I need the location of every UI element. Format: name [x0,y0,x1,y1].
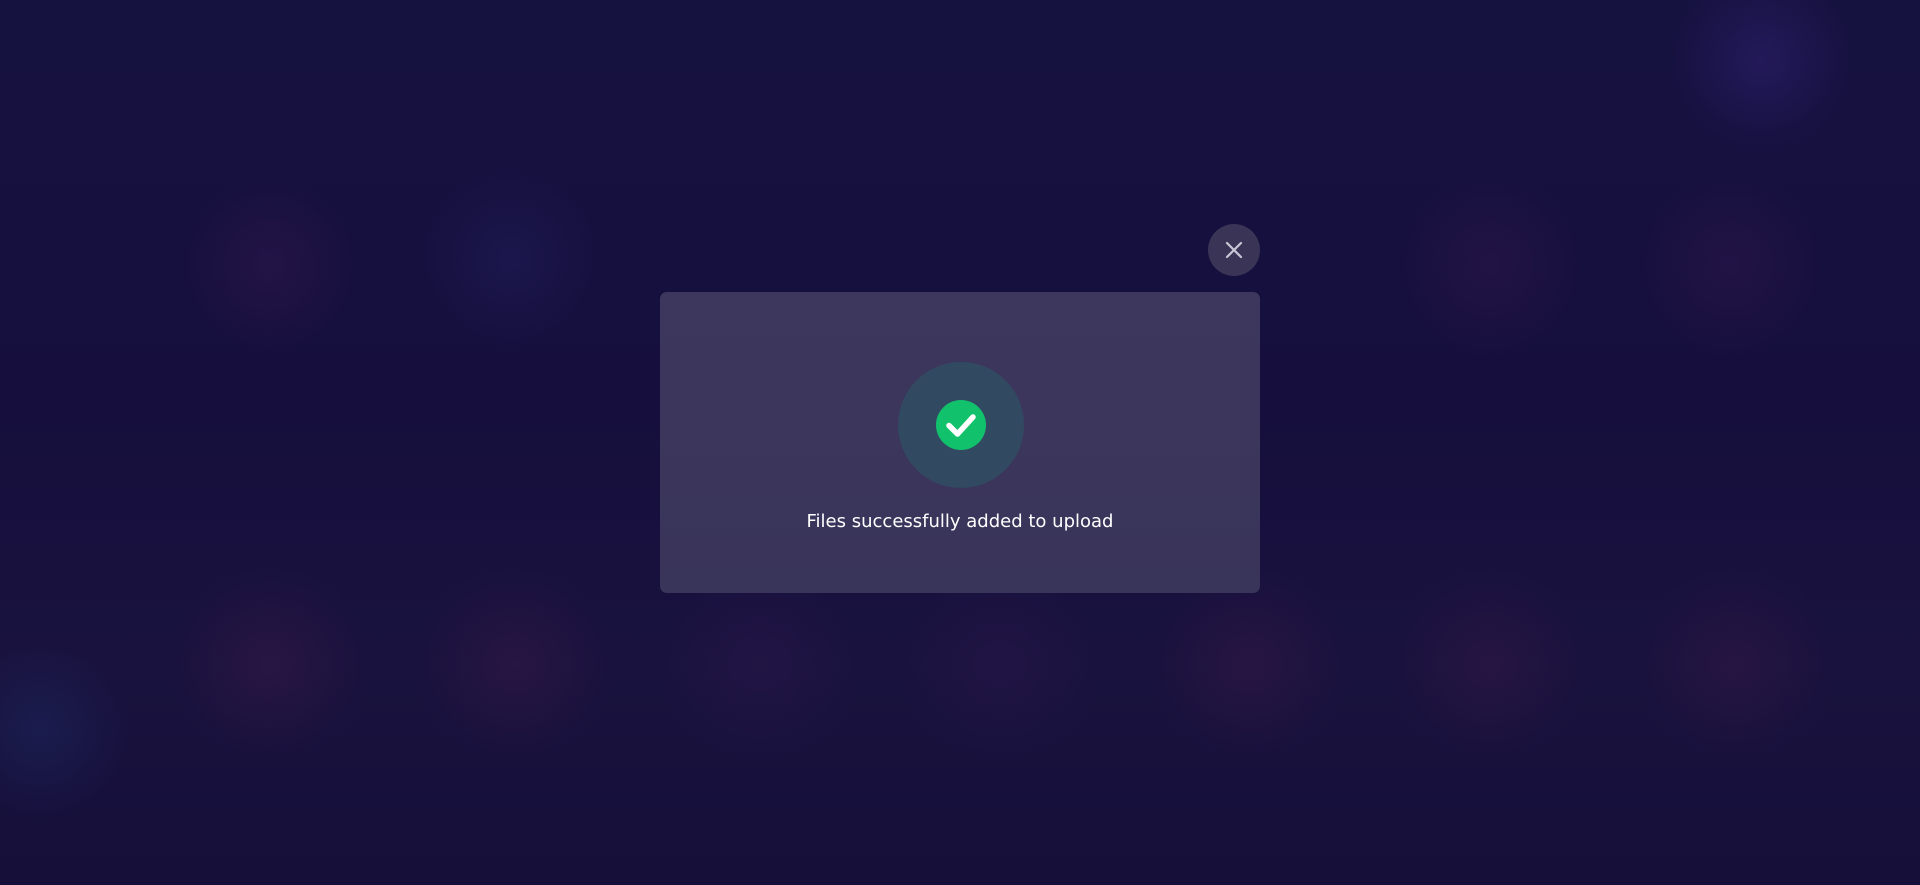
check-circle-icon [936,400,986,450]
upload-success-dialog: Files successfully added to upload [660,292,1260,593]
close-button[interactable] [1208,224,1260,276]
success-badge [898,362,1024,488]
close-icon [1224,240,1244,260]
success-message: Files successfully added to upload [806,511,1114,532]
